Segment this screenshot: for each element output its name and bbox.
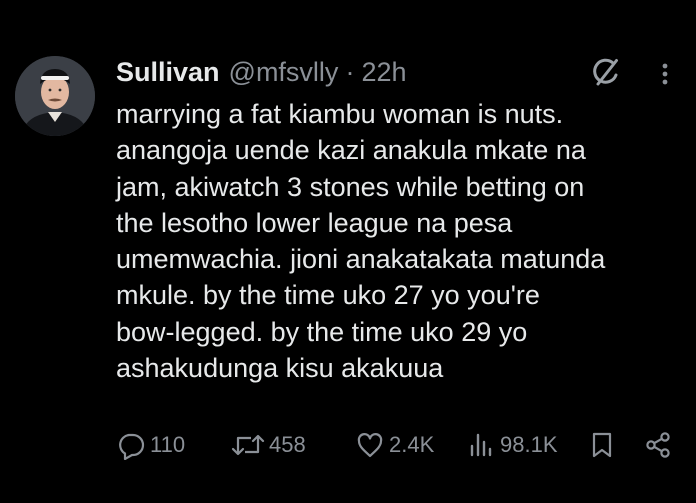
repost-icon [231,434,265,456]
user-handle[interactable]: @mfsvlly [229,57,339,88]
reply-icon [119,433,145,460]
repost-count: 458 [269,432,306,457]
share-button[interactable] [643,425,673,465]
tweet-text-line: the lesotho lower league na pesa [116,207,513,238]
separator-dot: · [345,56,355,87]
repost-button[interactable]: 458 [231,425,306,465]
tweet-text-line: anangoja uende kazi anakula mkate na [116,135,586,166]
views-button[interactable]: 98.1K [466,425,558,465]
reply-count: 110 [150,432,186,457]
reply-button[interactable]: 110 [116,425,185,465]
more-icon[interactable] [655,56,675,90]
tweet-text-line: mkule. by the time uko 27 yo you're [116,280,540,311]
grok-icon[interactable] [588,54,624,90]
views-icon [470,433,492,457]
tweet-text-line: jam, akiwatch 3 stones while betting on [116,171,585,202]
display-name[interactable]: Sullivan [116,57,220,88]
tweet-text: marrying a fat kiambu woman is nuts. ana… [116,96,686,386]
tweet-text-line: bow-legged. by the time uko 29 yo [116,316,528,347]
bookmark-button[interactable] [589,425,615,465]
like-icon [357,433,383,458]
tweet-header: Sullivan @mfsvlly · 22h [116,54,407,90]
like-count: 2.4K [389,432,435,457]
share-icon [646,432,670,458]
bookmark-icon [592,432,612,458]
tweet-text-line: marrying a fat kiambu woman is nuts. [116,99,564,129]
tweet: Sullivan @mfsvlly · 22h marrying a fat k… [0,0,696,503]
action-bar: 110 458 2.4K 98.1K [0,425,696,465]
timestamp[interactable]: 22h [361,57,406,88]
like-button[interactable]: 2.4K [355,425,434,465]
tweet-text-line: ashakudunga kisu akakuua [116,353,444,384]
tweet-text-line: umemwachia. jioni anakatakata matunda [116,244,606,275]
views-count: 98.1K [500,432,558,457]
avatar[interactable] [15,56,95,136]
